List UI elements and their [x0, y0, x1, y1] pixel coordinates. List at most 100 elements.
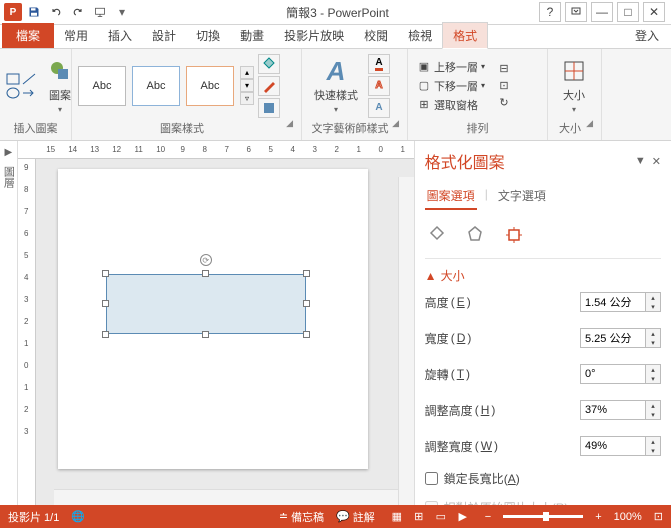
slide-counter[interactable]: 投影片 1/1	[8, 509, 59, 525]
rotate-button[interactable]: ↻	[494, 95, 514, 111]
shape-fill-button[interactable]	[258, 54, 280, 74]
rectangle-shape[interactable]	[106, 274, 306, 334]
start-slideshow-button[interactable]	[90, 2, 110, 22]
undo-button[interactable]	[46, 2, 66, 22]
reading-view-button[interactable]: ▭	[431, 509, 451, 525]
vertical-scrollbar[interactable]	[398, 177, 414, 505]
horizontal-scrollbar[interactable]	[54, 489, 398, 505]
slideshow-view-button[interactable]: ▶	[453, 509, 473, 525]
resize-handle-ne[interactable]	[303, 270, 310, 277]
resize-handle-n[interactable]	[202, 270, 209, 277]
close-button[interactable]: ✕	[643, 2, 665, 22]
format-shape-pane: 格式化圖案 ▼ ✕ 圖案選項 | 文字選項 ▲大小 高度(E) ▴▾ 寬度(D)…	[414, 141, 671, 505]
align-button[interactable]: ⊟	[494, 61, 514, 77]
tab-view[interactable]: 檢視	[398, 23, 442, 48]
height-input[interactable]: ▴▾	[580, 292, 661, 312]
size-section-header[interactable]: ▲大小	[425, 267, 661, 284]
scale-height-input[interactable]: ▴▾	[580, 400, 661, 420]
size-launcher[interactable]: ◢	[586, 118, 595, 136]
shape-arrow-icon[interactable]	[22, 87, 36, 99]
size-button[interactable]: 大小 ▾	[554, 55, 594, 116]
file-tab[interactable]: 檔案	[2, 23, 54, 48]
zoom-level[interactable]: 100%	[614, 511, 642, 523]
style-sample-3[interactable]: Abc	[186, 66, 234, 106]
gallery-down-button[interactable]: ▾	[240, 79, 254, 92]
fill-line-icon[interactable]	[427, 224, 447, 244]
zoom-in-button[interactable]: +	[595, 511, 601, 523]
text-effects-button[interactable]: A	[368, 98, 390, 118]
wordart-launcher[interactable]: ◢	[392, 118, 401, 136]
rotation-handle[interactable]: ⟳	[200, 254, 212, 266]
tab-design[interactable]: 設計	[142, 23, 186, 48]
tab-review[interactable]: 校閱	[354, 23, 398, 48]
pane-close-button[interactable]: ✕	[652, 155, 661, 168]
text-options-tab[interactable]: 文字選項	[496, 183, 548, 210]
size-properties-icon[interactable]	[503, 224, 523, 244]
normal-view-button[interactable]: ▦	[387, 509, 407, 525]
maximize-button[interactable]: □	[617, 2, 639, 22]
tab-format[interactable]: 格式	[442, 22, 488, 49]
shape-oval-icon[interactable]	[6, 87, 20, 99]
qat-customize-button[interactable]: ▾	[112, 2, 132, 22]
pane-dropdown-button[interactable]: ▼	[635, 155, 646, 168]
zoom-out-button[interactable]: −	[485, 511, 491, 523]
tab-insert[interactable]: 插入	[98, 23, 142, 48]
save-button[interactable]	[24, 2, 44, 22]
shape-style-gallery[interactable]: Abc Abc Abc	[78, 66, 234, 106]
rotation-input[interactable]: ▴▾	[580, 364, 661, 384]
group-insert-shapes: 圖案 ▾ 插入圖案	[0, 49, 72, 140]
shape-outline-button[interactable]	[258, 76, 280, 96]
gallery-more-button[interactable]: ▿	[240, 92, 254, 105]
comments-button[interactable]: 💬 註解	[336, 509, 375, 525]
style-sample-2[interactable]: Abc	[132, 66, 180, 106]
help-button[interactable]: ?	[539, 2, 561, 22]
shape-rect-icon[interactable]	[6, 73, 20, 85]
effects-icon[interactable]	[465, 224, 485, 244]
shape-styles-launcher[interactable]: ◢	[286, 118, 295, 136]
resize-handle-nw[interactable]	[102, 270, 109, 277]
notes-button[interactable]: ≐ 備忘稿	[279, 509, 324, 525]
ribbon-options-button[interactable]	[565, 2, 587, 22]
window-title: 簡報3 - PowerPoint	[136, 4, 539, 21]
send-backward-button[interactable]: ▢下移一層 ▾	[414, 77, 488, 95]
text-fill-button[interactable]: A	[368, 54, 390, 74]
tab-slideshow[interactable]: 投影片放映	[274, 23, 354, 48]
resize-handle-sw[interactable]	[102, 331, 109, 338]
redo-button[interactable]	[68, 2, 88, 22]
zoom-slider[interactable]	[503, 515, 583, 518]
style-sample-1[interactable]: Abc	[78, 66, 126, 106]
scale-width-input[interactable]: ▴▾	[580, 436, 661, 456]
lock-aspect-checkbox[interactable]: 鎖定長寬比(A)	[425, 470, 661, 487]
spin-down[interactable]: ▾	[646, 302, 660, 311]
gallery-up-button[interactable]: ▴	[240, 66, 254, 79]
sign-in-link[interactable]: 登入	[625, 23, 669, 48]
bring-forward-button[interactable]: ▣上移一層 ▾	[414, 58, 488, 76]
spin-up[interactable]: ▴	[646, 293, 660, 302]
tab-animations[interactable]: 動畫	[230, 23, 274, 48]
minimize-button[interactable]: —	[591, 2, 613, 22]
resize-handle-e[interactable]	[303, 300, 310, 307]
text-outline-button[interactable]: A	[368, 76, 390, 96]
pane-title: 格式化圖案	[425, 149, 505, 173]
resize-handle-s[interactable]	[202, 331, 209, 338]
quick-styles-button[interactable]: A 快速樣式 ▾	[308, 55, 364, 116]
slide-canvas[interactable]: ⟳	[36, 159, 414, 505]
group-button[interactable]: ⊡	[494, 78, 514, 94]
shape-options-tab[interactable]: 圖案選項	[425, 183, 477, 210]
shape-line-icon[interactable]	[22, 73, 36, 85]
resize-handle-w[interactable]	[102, 300, 109, 307]
width-input[interactable]: ▴▾	[580, 328, 661, 348]
group-shape-styles: Abc Abc Abc ▴ ▾ ▿ 圖案樣式◢	[72, 49, 302, 140]
slide[interactable]: ⟳	[58, 169, 368, 469]
shape-effects-button[interactable]	[258, 98, 280, 118]
thumbnails-collapsed[interactable]: ▶ 圖層	[0, 141, 18, 505]
resize-handle-se[interactable]	[303, 331, 310, 338]
selection-pane-button[interactable]: ⊞選取窗格	[414, 96, 488, 114]
tab-transitions[interactable]: 切換	[186, 23, 230, 48]
tab-home[interactable]: 常用	[54, 23, 98, 48]
selected-shape[interactable]: ⟳	[106, 274, 306, 334]
language-button[interactable]: 🌐	[71, 510, 85, 523]
expand-thumbnails-icon[interactable]: ▶	[4, 147, 12, 158]
sorter-view-button[interactable]: ⊞	[409, 509, 429, 525]
fit-window-button[interactable]: ⊡	[654, 510, 663, 523]
